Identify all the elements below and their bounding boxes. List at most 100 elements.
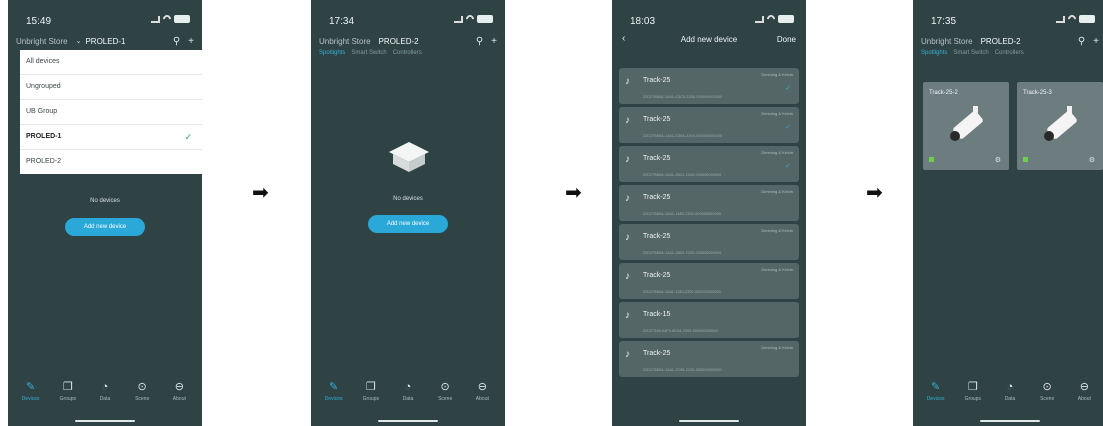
tab-controllers[interactable]: Controllers [995,50,1024,56]
nav-item-about[interactable]: ⊖ About [1069,380,1099,412]
add-new-device-button[interactable]: Add new device [368,215,448,233]
scene-icon: ⊙ [137,381,147,393]
device-card[interactable]: ♪ Track-25 Dimming & Kelvin 22D27B60A-1A41-… [619,263,799,299]
battery-icon [477,15,493,23]
nav-item-groups[interactable]: ❐ Groups [53,380,83,412]
data-icon: ◔ [101,381,109,393]
gear-icon[interactable]: ⚙ [995,156,1001,164]
search-icon[interactable]: ⚲ [476,36,483,47]
home-indicator [75,420,135,422]
dropdown-item-ungrouped[interactable]: Ungrouped [20,75,202,100]
nav-item-devices[interactable]: ✎ Devices [16,380,46,412]
dropdown-item-label: Ungrouped [26,83,61,90]
device-type: Dimming & Kelvin [761,111,793,116]
nav-item-data[interactable]: ◔ Data [90,380,120,412]
tab-smart-switch[interactable]: Smart Switch [953,50,988,56]
device-type: Dimming & Kelvin [761,228,793,233]
nav-item-groups[interactable]: ❐ Groups [958,380,988,412]
device-card[interactable]: ♪ Track-25 Dimming & Kelvin 22D27B60A-1A41-… [619,224,799,260]
dropdown-item-all-devices[interactable]: All devices [20,50,202,75]
data-icon: ◔ [404,381,412,393]
check-icon: ✓ [184,132,192,142]
device-mac: 22D27B60A-1A41-1180-2200-000000000000 [643,290,721,294]
check-icon: ✓ [785,124,791,131]
search-icon[interactable]: ⚲ [1078,36,1085,47]
groups-icon: ❐ [365,381,376,393]
status-time: 17:35 [931,16,957,27]
home-indicator [378,420,438,422]
nav-label: Groups [362,396,379,402]
device-card[interactable]: ♪ Track-15 22D27396-04F0-6D44-2200-0000000… [619,302,799,338]
nav-item-scene[interactable]: ⊙ Scene [1032,380,1062,412]
dropdown-item-proled-2[interactable]: PROLED-2 [20,150,202,174]
device-card[interactable]: ♪ Track-25 Dimming & Kelvin 22D27B60A-1A41-… [619,185,799,221]
wifi-icon [161,13,173,25]
group-selector-chevron-icon[interactable]: ⌄ [76,37,82,45]
add-new-device-button[interactable]: Add new device [65,218,145,236]
nav-item-data[interactable]: ◔ Data [995,380,1025,412]
device-card[interactable]: ♪ Track-25 Dimming & Kelvin ✓ 22D27B60A-1A41… [619,68,799,104]
device-tile[interactable]: Track-25-2 ⚙ [923,82,1009,170]
tab-controllers[interactable]: Controllers [393,50,422,56]
status-online-icon [929,157,934,162]
group-selector[interactable]: PROLED-2 [379,37,419,46]
about-icon: ⊖ [477,381,487,393]
check-icon: ✓ [785,163,791,170]
device-mac: 22D27B60A-1A41-C3C3-2200-000000000000 [643,95,723,99]
group-selector[interactable]: PROLED-1 [85,37,125,46]
nav-item-about[interactable]: ⊖ About [467,380,497,412]
device-name: Track-25 [643,233,671,240]
gear-icon[interactable]: ⚙ [1089,156,1095,164]
battery-icon [1079,15,1095,23]
nav-item-devices[interactable]: ✎ Devices [319,380,349,412]
device-card[interactable]: ♪ Track-25 Dimming & Kelvin 22D27B60A-1A41-… [619,341,799,377]
nav-label: About [172,396,186,402]
plus-icon[interactable]: + [1093,36,1099,47]
device-card[interactable]: ♪ Track-25 Dimming & Kelvin ✓ 22D27B60A-1A41… [619,146,799,182]
phone-screen-2: 17:34 Unbright Store PROLED-2 ⚲ + Spotli… [311,0,505,426]
store-name: Unbright Store [16,36,68,46]
home-indicator [980,420,1040,422]
nav-item-data[interactable]: ◔ Data [393,380,423,412]
nav-item-devices[interactable]: ✎ Devices [921,380,951,412]
spotlight-icon [950,106,983,141]
device-mac: 22D27B60A-1A41-1B02-2200-000000000000 [643,251,722,255]
empty-state-text: No devices [90,198,120,204]
dropdown-item-proled-1[interactable]: PROLED-1 ✓ [20,125,202,150]
spotlight-icon: ♪ [625,76,630,87]
nav-item-scene[interactable]: ⊙ Scene [127,380,157,412]
phone-screen-1: 15:49 Unbright Store ⌄ PROLED-1 ⚲ + All … [8,0,202,426]
app-header: Unbright Store ⌄ PROLED-1 ⚲ + [16,34,194,48]
device-type: Dimming & Kelvin [761,150,793,155]
status-online-icon [1023,157,1028,162]
plus-icon[interactable]: + [188,36,194,47]
device-card[interactable]: ♪ Track-25 Dimming & Kelvin ✓ 22D27B60A-1A41… [619,107,799,143]
plus-icon[interactable]: + [491,36,497,47]
tab-spotlights[interactable]: Spotlights [319,50,345,56]
spotlight-icon: ♪ [625,115,630,126]
bottom-nav: ✎ Devices ❐ Groups ◔ Data ⊙ Scene ⊖ About [315,380,501,412]
dropdown-item-label: PROLED-2 [26,158,62,165]
device-type: Dimming & Kelvin [761,189,793,194]
nav-item-about[interactable]: ⊖ About [164,380,194,412]
nav-item-scene[interactable]: ⊙ Scene [430,380,460,412]
nav-label: Scene [135,396,150,402]
dropdown-item-ub-group[interactable]: UB Group [20,100,202,125]
wifi-icon [1066,13,1078,25]
dropdown-item-label: All devices [26,58,60,65]
wifi-icon [765,13,777,25]
device-name: Track-25-3 [1023,90,1052,96]
home-indicator [679,420,739,422]
nav-item-groups[interactable]: ❐ Groups [356,380,386,412]
battery-icon [174,15,190,23]
search-icon[interactable]: ⚲ [173,36,180,47]
tab-spotlights[interactable]: Spotlights [921,50,947,56]
device-name: Track-25 [643,350,671,357]
group-selector[interactable]: PROLED-2 [981,37,1021,46]
bottom-nav: ✎ Devices ❐ Groups ◔ Data ⊙ Scene ⊖ About [917,380,1103,412]
done-button[interactable]: Done [777,35,796,44]
nav-label: Data [99,396,111,402]
spotlight-icon: ♪ [625,193,630,204]
device-tile[interactable]: Track-25-3 ⚙ [1017,82,1103,170]
tab-smart-switch[interactable]: Smart Switch [351,50,386,56]
